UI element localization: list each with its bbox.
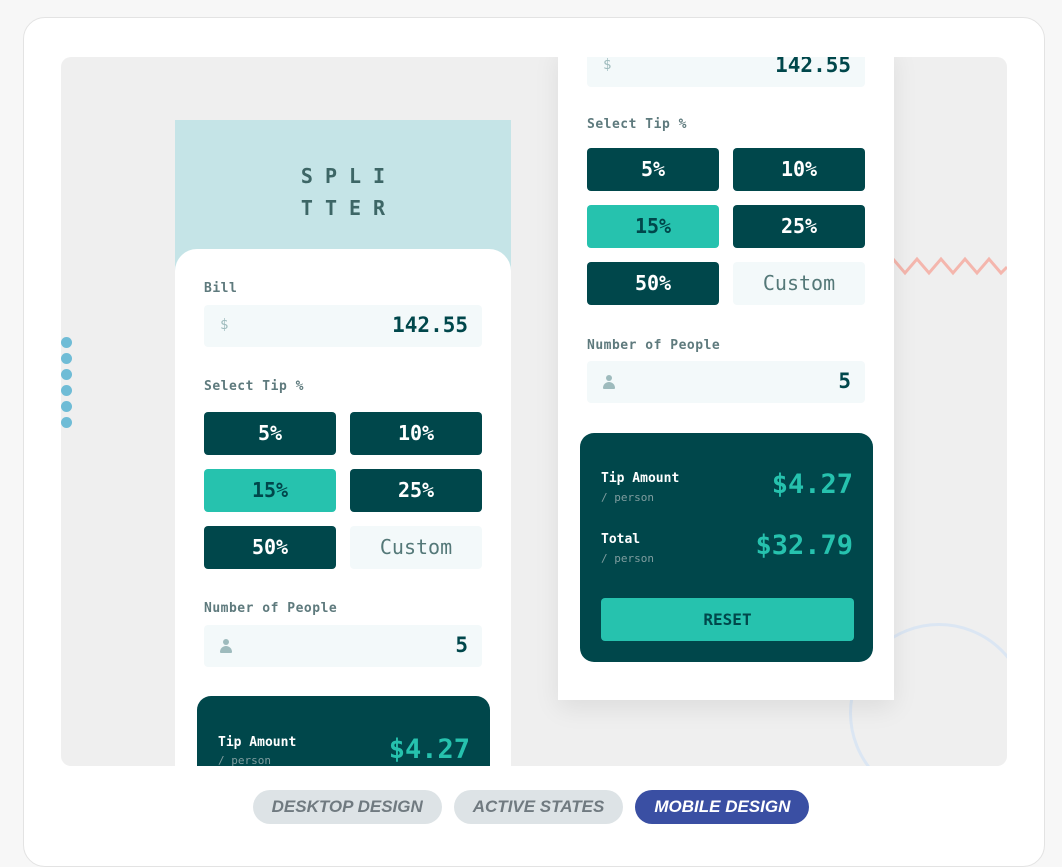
tab-active-states[interactable]: ACTIVE STATES (453, 790, 624, 824)
person-icon (603, 375, 615, 389)
total-value: $32.79 (755, 530, 853, 561)
tip-25-button[interactable]: 25% (733, 205, 865, 248)
bill-input[interactable]: $ 142.55 (204, 305, 482, 347)
tip-25-button[interactable]: 25% (350, 469, 482, 512)
bill-value: 142.55 (392, 313, 468, 337)
tip-15-button[interactable]: 15% (204, 469, 336, 512)
tip-50-button[interactable]: 50% (204, 526, 336, 569)
zigzag-decoration (893, 256, 1007, 276)
tab-mobile-design[interactable]: MOBILE DESIGN (635, 790, 810, 824)
bill-value: 142.55 (775, 57, 851, 77)
result-panel: Tip Amount / person $4.27 Total / person… (580, 433, 873, 662)
people-value: 5 (838, 369, 851, 393)
dollar-icon: $ (603, 57, 612, 73)
bill-input[interactable]: $ 142.55 (587, 57, 865, 87)
tip-amount-value: $4.27 (388, 734, 470, 765)
total-label: Total (601, 532, 641, 547)
tip-50-button[interactable]: 50% (587, 262, 719, 305)
bill-label: Bill (204, 281, 238, 296)
calculator-panel: Bill $ 142.55 Select Tip % 5% 10% 15% 25… (175, 249, 511, 766)
design-tabs: DESKTOP DESIGN ACTIVE STATES MOBILE DESI… (0, 790, 1062, 824)
people-value: 5 (455, 633, 468, 657)
dollar-icon: $ (220, 317, 229, 333)
tip-amount-value: $4.27 (771, 469, 853, 500)
tip-custom-input[interactable]: Custom (733, 262, 865, 305)
people-input[interactable]: 5 (587, 361, 865, 403)
design-preview: SPLI TTER Bill $ 142.55 Select Tip % 5% … (61, 57, 1007, 766)
reset-button[interactable]: RESET (601, 598, 854, 641)
people-label: Number of People (587, 338, 721, 353)
tip-amount-sub: / person (601, 491, 654, 504)
total-sub: / person (601, 552, 654, 565)
tip-amount-label: Tip Amount (218, 735, 297, 750)
splitter-logo: SPLI TTER (300, 164, 398, 220)
mobile-mockup-left: SPLI TTER Bill $ 142.55 Select Tip % 5% … (175, 120, 511, 766)
tab-desktop-design[interactable]: DESKTOP DESIGN (252, 790, 442, 824)
tip-15-button[interactable]: 15% (587, 205, 719, 248)
tip-amount-sub: / person (218, 754, 271, 766)
person-icon (220, 639, 232, 653)
tip-5-button[interactable]: 5% (204, 412, 336, 455)
result-panel: Tip Amount / person $4.27 (197, 696, 490, 766)
tip-5-button[interactable]: 5% (587, 148, 719, 191)
tip-amount-label: Tip Amount (601, 471, 680, 486)
select-tip-label: Select Tip % (587, 117, 687, 132)
mobile-mockup-right: $ 142.55 Select Tip % 5% 10% 15% 25% 50%… (558, 57, 894, 700)
tip-10-button[interactable]: 10% (733, 148, 865, 191)
people-input[interactable]: 5 (204, 625, 482, 667)
people-label: Number of People (204, 601, 338, 616)
tip-custom-input[interactable]: Custom (350, 526, 482, 569)
select-tip-label: Select Tip % (204, 379, 304, 394)
tip-10-button[interactable]: 10% (350, 412, 482, 455)
dots-decoration (61, 337, 73, 433)
